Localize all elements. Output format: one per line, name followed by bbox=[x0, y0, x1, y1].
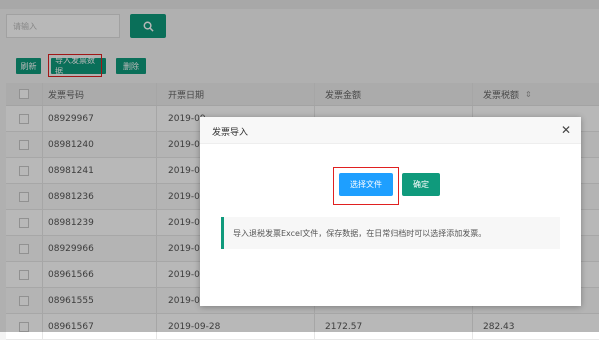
dialog-title: 发票导入 bbox=[212, 128, 249, 138]
select-file-highlight bbox=[333, 167, 399, 205]
invoice-import-dialog: 发票导入 ✕ 选择文件 确定 导入退税发票Excel文件，保存数据，在日常归档时… bbox=[200, 117, 581, 306]
dialog-header: 发票导入 ✕ bbox=[200, 117, 581, 144]
close-icon[interactable]: ✕ bbox=[561, 124, 571, 136]
confirm-label: 确定 bbox=[413, 180, 429, 189]
confirm-button[interactable]: 确定 bbox=[402, 173, 440, 196]
import-hint: 导入退税发票Excel文件，保存数据，在日常归档时可以选择添加发票。 bbox=[221, 217, 560, 249]
import-hint-text: 导入退税发票Excel文件，保存数据，在日常归档时可以选择添加发票。 bbox=[233, 228, 487, 238]
